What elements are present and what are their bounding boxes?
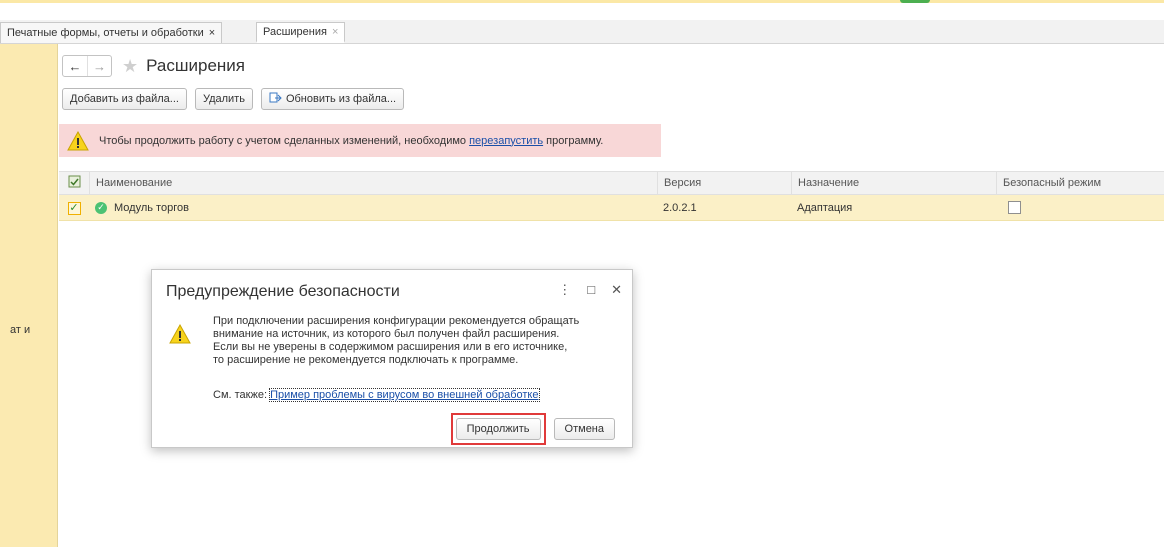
tab-extensions[interactable]: Расширения × [256,22,346,43]
top-accent-bar [0,0,620,3]
add-from-file-button[interactable]: Добавить из файла... [62,88,187,110]
tab-bar: Печатные формы, отчеты и обработки × Рас… [0,20,1164,44]
left-panel: ат и [0,44,58,547]
page-title: Расширения [146,56,246,75]
update-from-file-button[interactable]: Обновить из файла... [260,88,405,110]
more-menu-icon[interactable]: ⋮ [558,282,571,298]
status-ok-icon: ✓ [95,201,107,214]
see-also: См. также: Пример проблемы с вирусом во … [213,388,540,402]
virus-example-link[interactable]: Пример проблемы с вирусом во внешней обр… [269,388,540,402]
message-line: Если вы не уверены в содержимом расширен… [213,341,568,353]
row-safe-mode-cell [1002,195,1164,220]
cancel-button[interactable]: Отмена [553,418,615,440]
extensions-table: Наименование Версия Назначение Безопасны… [59,171,1164,221]
restart-warning-bar: Чтобы продолжить работу с учетом сделанн… [59,124,661,157]
top-accent-bar-right [620,0,1164,3]
column-name-header[interactable]: Наименование [89,172,662,194]
table-header: Наименование Версия Назначение Безопасны… [59,171,1164,195]
tab-close-icon[interactable]: × [332,26,338,38]
warning-icon [169,324,191,344]
update-from-file-label: Обновить из файла... [285,93,397,105]
active-checkbox[interactable]: ✓ [67,201,81,215]
continue-highlight: Продолжить [450,413,546,445]
dialog-controls: ⋮ □ ✕ [558,282,622,298]
dialog-title: Предупреждение безопасности [166,283,400,300]
nav-buttons: ← → [62,55,112,77]
tab-label: Печатные формы, отчеты и обработки [7,27,204,39]
close-icon[interactable]: ✕ [611,282,622,298]
warning-icon [67,130,89,150]
top-strip [0,0,1164,20]
continue-button[interactable]: Продолжить [455,418,541,440]
toolbar: Добавить из файла... Удалить Обновить из… [62,88,405,110]
column-safe-mode-header[interactable]: Безопасный режим [996,172,1164,194]
left-panel-text: ат и [10,324,31,336]
column-purpose-header[interactable]: Назначение [791,172,996,194]
safe-mode-checkbox[interactable] [1008,201,1021,214]
maximize-icon[interactable]: □ [587,282,595,298]
restart-link[interactable]: перезапустить [469,135,543,147]
row-version-cell: 2.0.2.1 [663,201,697,214]
tab-label: Расширения [263,26,327,38]
warning-text-after: программу. [543,134,604,147]
see-also-label: См. также: [213,389,271,401]
row-name-cell: ✓ Модуль торгов [89,195,657,220]
warning-text: Чтобы продолжить работу с учетом сделанн… [99,135,603,147]
column-version-header[interactable]: Версия [657,172,791,194]
dialog-buttons: Продолжить Отмена [450,413,615,445]
delete-button[interactable]: Удалить [194,88,253,110]
row-purpose-cell: Адаптация [797,201,853,214]
favorite-star-icon[interactable]: ★ [122,56,138,77]
navigation-bar: ← → ★ Расширения [62,55,245,77]
message-line: При подключении расширения конфигурации … [213,315,580,327]
back-button[interactable]: ← [63,56,87,76]
row-active-cell[interactable]: ✓ [62,196,86,220]
tab-print-forms[interactable]: Печатные формы, отчеты и обработки × [0,22,223,43]
forward-button[interactable]: → [87,56,111,76]
dialog-message: При подключении расширения конфигурации … [213,315,623,367]
update-file-icon [269,92,282,107]
checklist-icon [68,175,81,191]
table-row[interactable]: ✓ ✓ Модуль торгов 2.0.2.1 Адаптация [59,195,1164,221]
status-indicator [900,0,930,3]
message-line: внимание на источник, из которого был по… [213,328,560,340]
column-active-header[interactable] [59,172,89,194]
security-warning-dialog: Предупреждение безопасности ⋮ □ ✕ При по… [151,269,633,448]
extension-name: Модуль торгов [114,201,189,214]
message-line: то расширение не рекомендуется подключат… [213,354,519,366]
warning-text-before: Чтобы продолжить работу с учетом сделанн… [99,134,470,147]
tab-close-icon[interactable]: × [209,27,215,39]
